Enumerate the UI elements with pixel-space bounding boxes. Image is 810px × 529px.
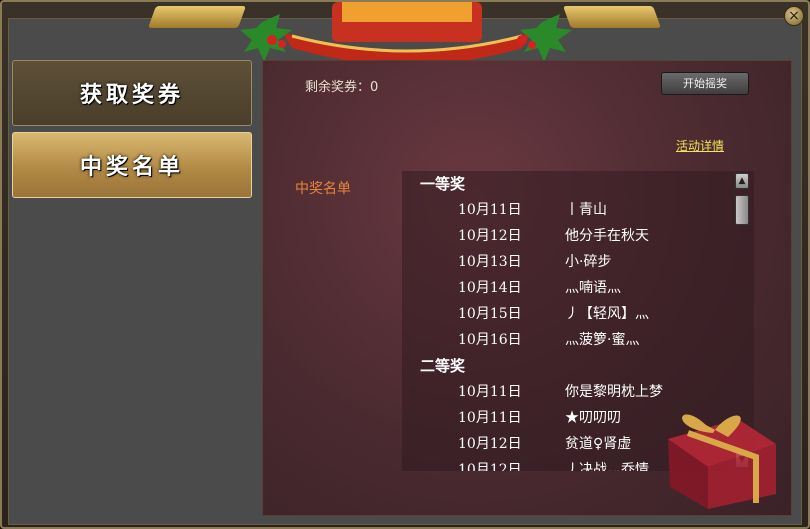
winner-name: 你是黎明枕上梦 [565, 384, 663, 400]
main-panel: 剩余奖券：0 开始摇奖 活动详情 中奖名单 一等奖 10月11日 丨青山 10月1… [262, 60, 792, 516]
win-date: 10月11日 [458, 410, 522, 426]
list-item: 10月13日 小·碎步 [402, 249, 754, 275]
list-item: 10月12日 他分手在秋天 [402, 223, 754, 249]
win-date: 10月14日 [458, 280, 522, 296]
sidebar: 获取奖券 中奖名单 [12, 60, 254, 204]
win-date: 10月12日 [458, 436, 522, 452]
winner-name: ★叨叨叨 [565, 410, 621, 426]
winner-name: 他分手在秋天 [565, 228, 649, 244]
win-date: 10月11日 [458, 384, 522, 400]
win-date: 10月11日 [458, 202, 522, 218]
win-date: 10月12日 [458, 228, 522, 244]
lottery-window: × 获取奖券 中奖名单 剩余奖券：0 开始摇奖 活动详情 中奖名单 一等奖 10… [0, 0, 810, 529]
win-date: 10月15日 [458, 306, 522, 322]
winners-list-tab[interactable]: 中奖名单 [12, 132, 252, 198]
list-item: 10月14日 灬喃语灬 [402, 275, 754, 301]
close-button[interactable]: × [784, 6, 804, 26]
winner-name: 灬喃语灬 [565, 280, 621, 296]
start-lottery-button[interactable]: 开始摇奖 [661, 72, 749, 95]
event-details-link[interactable]: 活动详情 [676, 137, 724, 154]
win-date: 10月16日 [458, 332, 522, 348]
winner-name: 丿决战灬乔情 [565, 462, 649, 471]
win-date: 10月13日 [458, 254, 522, 270]
remaining-tickets-text: 剩余奖券：0 [305, 80, 379, 95]
prize-section-title: 二等奖 [420, 357, 466, 375]
christmas-decoration-icon [240, 2, 572, 60]
list-item: 10月11日 丨青山 [402, 197, 754, 223]
winner-name: 小·碎步 [565, 254, 612, 270]
winner-name: 灬菠箩·蜜灬 [565, 332, 640, 348]
scroll-up-button[interactable]: ▲ [735, 173, 749, 189]
scrollbar-thumb[interactable] [735, 195, 749, 225]
get-tickets-tab[interactable]: 获取奖券 [12, 60, 252, 126]
winner-name: 丿【轻风】灬 [565, 306, 649, 322]
list-item: 10月16日 灬菠箩·蜜灬 [402, 327, 754, 353]
winners-list-label: 中奖名单 [295, 181, 351, 197]
winner-name: 丨青山 [565, 202, 607, 218]
list-item: 10月15日 丿【轻风】灬 [402, 301, 754, 327]
win-date: 10月12日 [458, 462, 522, 471]
winner-name: 贫道♀肾虚 [565, 436, 632, 452]
prize-section-title: 一等奖 [420, 175, 466, 193]
gift-box-icon [668, 414, 776, 509]
